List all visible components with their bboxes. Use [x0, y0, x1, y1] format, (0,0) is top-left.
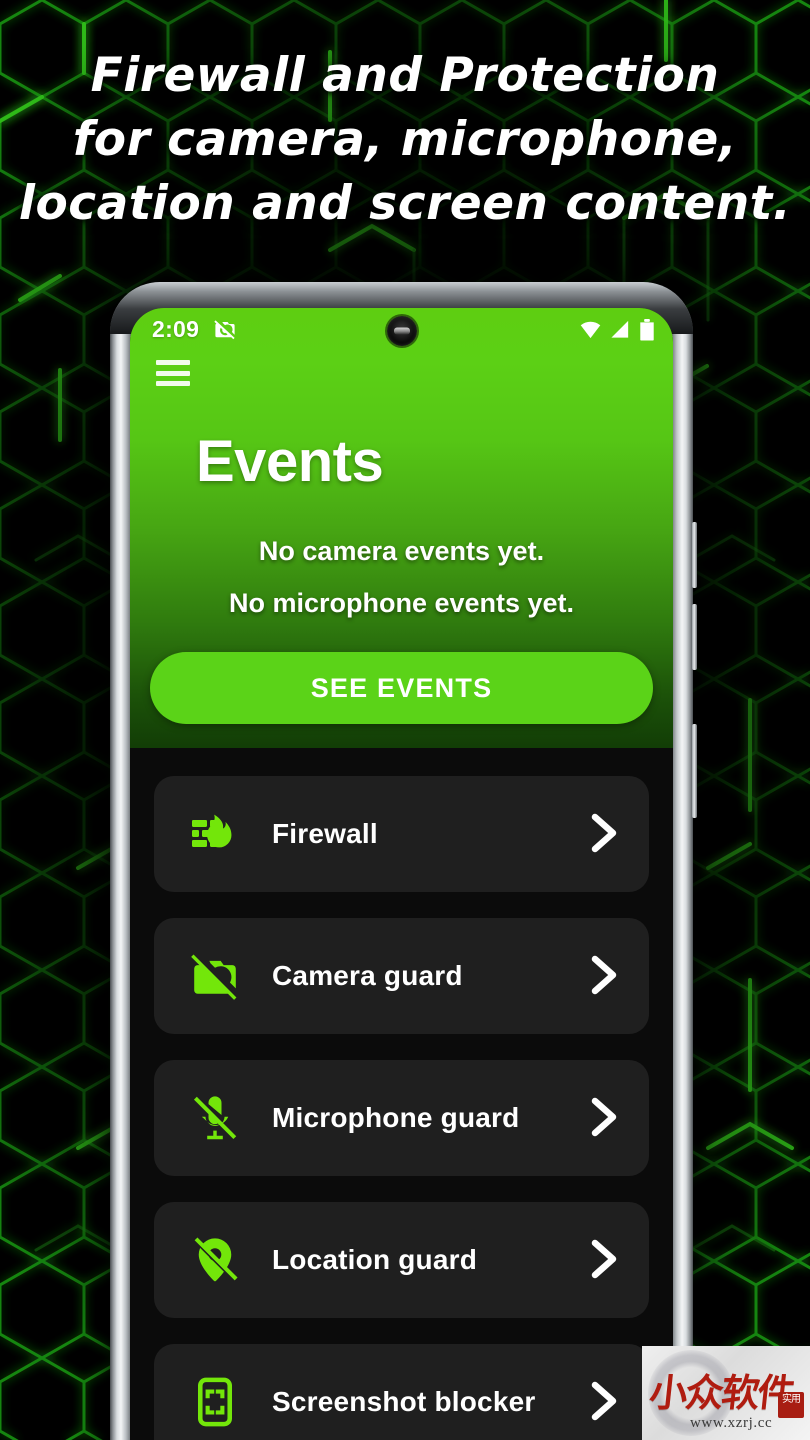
- list-item-label: Location guard: [272, 1244, 478, 1275]
- camera-off-icon: [213, 317, 237, 341]
- phone-screen: 2:09 Events No camera events yet. No mic…: [130, 308, 673, 1440]
- wifi-icon: [579, 318, 602, 341]
- phone-mockup: 2:09 Events No camera events yet. No mic…: [110, 282, 697, 1440]
- headline-line-2: for camera, microphone,: [72, 112, 738, 167]
- status-bar-right-icons: [579, 318, 655, 341]
- microphone-events-status: No microphone events yet.: [228, 588, 575, 618]
- chevron-right-icon: [587, 1379, 623, 1425]
- volume-up-button[interactable]: [692, 522, 697, 588]
- hamburger-bar-3: [156, 381, 190, 386]
- hamburger-bar-1: [156, 360, 190, 365]
- feature-list: Firewall Camera guard Microphone guard L…: [130, 748, 673, 1440]
- signal-icon: [609, 318, 632, 341]
- microphone-off-icon: [188, 1091, 242, 1145]
- status-bar-clock: 2:09: [152, 315, 200, 342]
- headline-line-1: Firewall and Protection: [90, 48, 720, 103]
- camera-events-status: No camera events yet.: [258, 536, 545, 566]
- site-watermark: 小众软件 www.xzrj.cc 实用: [642, 1346, 810, 1440]
- screenshot-blocker-icon: [188, 1375, 242, 1429]
- chevron-right-icon: [587, 953, 623, 999]
- headline-line-3: location and screen content.: [18, 176, 792, 231]
- front-camera-icon: [386, 316, 417, 346]
- list-item-label: Screenshot blocker: [272, 1386, 536, 1417]
- watermark-seal: 实用: [778, 1392, 804, 1418]
- list-item-label: Firewall: [272, 818, 378, 849]
- app-header: 2:09 Events No camera events yet. No mic…: [130, 308, 673, 748]
- list-item-microphone-guard[interactable]: Microphone guard: [154, 1060, 649, 1176]
- status-bar-left-icons: [213, 317, 237, 341]
- list-item-label: Microphone guard: [272, 1102, 520, 1133]
- list-item-screenshot-blocker[interactable]: Screenshot blocker: [154, 1344, 649, 1440]
- chevron-right-icon: [587, 1237, 623, 1283]
- see-events-button[interactable]: SEE EVENTS: [150, 652, 653, 724]
- chevron-right-icon: [587, 1095, 623, 1141]
- list-item-firewall[interactable]: Firewall: [154, 776, 649, 892]
- power-button[interactable]: [692, 724, 697, 818]
- battery-icon: [639, 318, 655, 341]
- hamburger-bar-2: [156, 370, 190, 376]
- promo-headline: Firewall and Protection for camera, micr…: [0, 44, 810, 236]
- watermark-site-name: 小众软件: [647, 1371, 796, 1415]
- volume-down-button[interactable]: [692, 604, 697, 670]
- list-item-camera-guard[interactable]: Camera guard: [154, 918, 649, 1034]
- chevron-right-icon: [587, 811, 623, 857]
- hamburger-menu-icon[interactable]: [156, 360, 190, 386]
- list-item-location-guard[interactable]: Location guard: [154, 1202, 649, 1318]
- firewall-icon: [188, 807, 242, 861]
- camera-off-icon: [188, 949, 242, 1003]
- list-item-label: Camera guard: [272, 960, 463, 991]
- watermark-url: www.xzrj.cc: [690, 1415, 773, 1431]
- promo-screenshot: Firewall and Protection for camera, micr…: [0, 0, 810, 1440]
- location-off-icon: [188, 1233, 242, 1287]
- page-title: Events: [196, 429, 384, 494]
